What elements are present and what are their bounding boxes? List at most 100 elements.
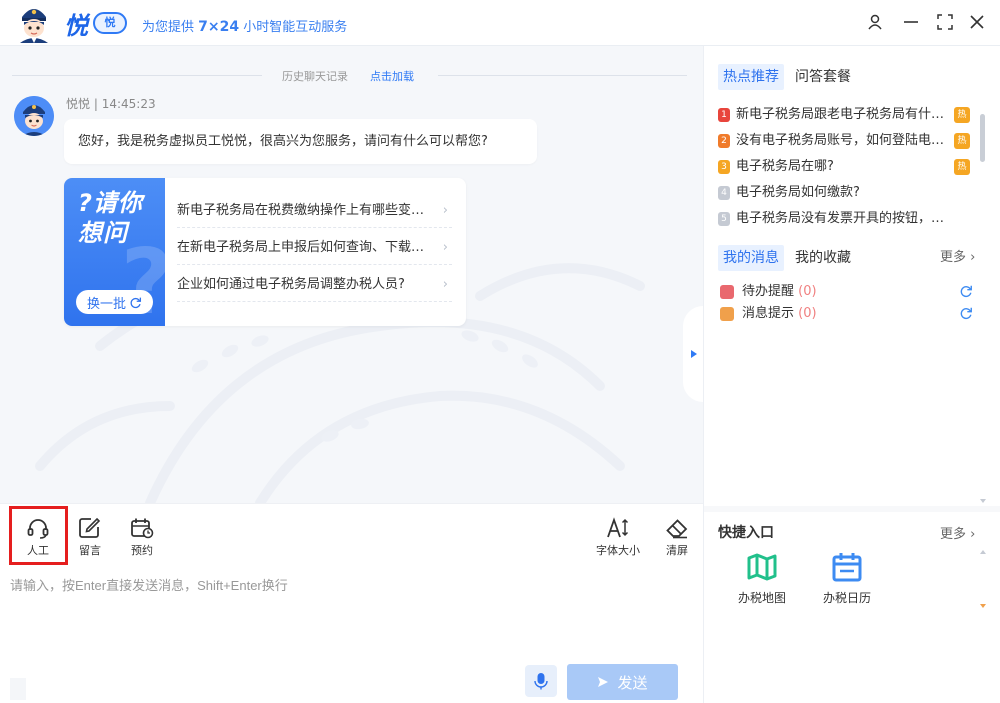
hot-rank: 1: [718, 108, 730, 122]
todo-reminder-count: (0): [798, 284, 817, 299]
edit-icon: [79, 517, 101, 538]
tab-hot-recommend[interactable]: 热点推荐: [718, 64, 784, 90]
slogan-prefix: 为您提供: [142, 20, 199, 35]
history-text: 历史聊天记录: [282, 70, 348, 83]
message-notice-label: 消息提示 (0): [742, 304, 817, 324]
ask-card: ? ?请你想问 换一批 新电子税务局在税费缴纳操作上有哪些变化? › 在新电子税务…: [64, 178, 466, 326]
swap-batch-button[interactable]: 换一批: [76, 290, 153, 314]
todo-reminder-row[interactable]: 待办提醒 (0): [718, 282, 980, 302]
brand-badge: 悦: [93, 12, 127, 34]
slogan-highlight: 7×24: [198, 19, 240, 35]
chevron-right-icon: ›: [442, 240, 448, 255]
clock-icon: [720, 285, 734, 299]
quick-more-label: 更多: [940, 527, 967, 542]
tab-qa-package[interactable]: 问答套餐: [790, 64, 856, 90]
hot-badge: 热: [954, 133, 970, 149]
hot-item-text: 电子税务局在哪?: [736, 159, 834, 174]
messages-more-link[interactable]: 更多 ›: [940, 246, 975, 265]
font-size-label: 字体大小: [596, 544, 640, 557]
clear-screen-button[interactable]: 清屏: [650, 511, 704, 561]
leave-message-label: 留言: [79, 544, 101, 557]
assistant-avatar-icon: [14, 96, 54, 136]
close-icon: [970, 15, 984, 29]
ask-item[interactable]: 在新电子税务局上申报后如何查询、下载申报表? ›: [177, 231, 452, 265]
right-panel: 热点推荐 问答套餐 1 新电子税务局跟老电子税务局有什么区别? 热 2 没有电子…: [704, 46, 1000, 703]
hot-item[interactable]: 1 新电子税务局跟老电子税务局有什么区别? 热: [718, 102, 974, 128]
map-icon: [747, 553, 777, 581]
swap-batch-label: 换一批: [86, 296, 126, 312]
triangle-right-icon: [691, 350, 697, 358]
font-size-button[interactable]: 字体大小: [591, 511, 645, 561]
load-history-link[interactable]: 点击加载: [370, 68, 414, 84]
appointment-button[interactable]: 预约: [115, 511, 169, 561]
message-notice-row[interactable]: 消息提示 (0): [718, 304, 980, 324]
close-button[interactable]: [965, 10, 989, 34]
hot-badge: 热: [954, 107, 970, 123]
ask-item[interactable]: 企业如何通过电子税务局调整办税人员? ›: [177, 268, 452, 302]
sender-name: 悦悦: [66, 97, 91, 111]
send-button[interactable]: 发送: [567, 664, 678, 700]
clear-screen-label: 清屏: [666, 544, 688, 557]
hot-item[interactable]: 5 电子税务局没有发票开具的按钮，是什么原因?: [718, 206, 974, 232]
message-notice-text: 消息提示: [742, 306, 795, 321]
tab-my-favorites[interactable]: 我的收藏: [790, 245, 856, 271]
history-bar: 历史聊天记录 点击加载: [12, 68, 687, 84]
hot-item-text: 电子税务局没有发票开具的按钮，是什么原因?: [736, 211, 946, 226]
hot-rank: 3: [718, 160, 730, 174]
tax-map-entry[interactable]: 办税地图: [722, 551, 802, 611]
maximize-icon: [937, 14, 953, 30]
chevron-right-icon: ›: [442, 277, 448, 292]
ask-item-text: 新电子税务局在税费缴纳操作上有哪些变化?: [177, 203, 427, 218]
send-label: 发送: [617, 674, 648, 692]
chevron-right-icon: ›: [442, 203, 448, 218]
ask-item-text: 在新电子税务局上申报后如何查询、下载申报表?: [177, 240, 427, 255]
leave-message-button[interactable]: 留言: [63, 511, 117, 561]
user-icon: [868, 14, 882, 30]
refresh-icon[interactable]: [959, 306, 973, 320]
history-divider-right: [438, 75, 687, 76]
maximize-button[interactable]: [933, 10, 957, 34]
collapse-panel-button[interactable]: [683, 306, 703, 402]
refresh-icon: [130, 297, 142, 308]
user-button[interactable]: [863, 10, 887, 34]
meta-separator: |: [90, 97, 102, 111]
message-time: 14:45:23: [101, 97, 156, 111]
quick-more-link[interactable]: 更多 ›: [940, 523, 975, 542]
bot-avatar: [14, 96, 54, 136]
manual-service-button[interactable]: 人工: [11, 511, 65, 561]
brand-logo: 悦: [64, 12, 88, 40]
voice-input-button[interactable]: [525, 665, 557, 697]
todo-reminder-text: 待办提醒: [742, 284, 795, 299]
scroll-up-icon[interactable]: [980, 550, 986, 554]
hot-item-text: 没有电子税务局账号，如何登陆电子税务局?: [736, 133, 946, 148]
todo-reminder-label: 待办提醒 (0): [742, 282, 817, 302]
slogan-suffix: 小时智能互动服务: [239, 20, 348, 35]
hot-item[interactable]: 4 电子税务局如何缴款?: [718, 180, 974, 206]
ask-card-side: ? ?请你想问 换一批: [64, 178, 165, 326]
hot-rank: 5: [718, 212, 730, 226]
message-meta: 悦悦 | 14:45:23: [66, 95, 156, 112]
hot-list-scrollbar[interactable]: [980, 114, 985, 162]
minimize-button[interactable]: [899, 10, 923, 34]
greeting-bubble: 您好，我是税务虚拟员工悦悦，很高兴为您服务，请问有什么可以帮您?: [64, 119, 537, 164]
input-area: 发送: [0, 565, 703, 703]
tax-calendar-entry[interactable]: 办税日历: [807, 551, 887, 611]
appointment-label: 预约: [131, 544, 153, 557]
scroll-down-icon[interactable]: [980, 499, 986, 503]
chat-area[interactable]: 历史聊天记录 点击加载 悦悦 | 14:45:23 您好，我是税务虚拟员工悦悦，…: [0, 46, 703, 503]
hot-item[interactable]: 3 电子税务局在哪? 热: [718, 154, 974, 180]
chevron-right-icon: ›: [970, 527, 976, 542]
calendar-icon: [832, 553, 862, 582]
scroll-down-icon[interactable]: [980, 604, 986, 608]
tab-my-messages[interactable]: 我的消息: [718, 245, 784, 271]
manual-service-label: 人工: [27, 544, 49, 557]
chat-toolbar: 人工 留言 预约 字体大小 清屏: [0, 503, 703, 565]
hot-list: 1 新电子税务局跟老电子税务局有什么区别? 热 2 没有电子税务局账号，如何登陆…: [718, 102, 974, 232]
ask-item[interactable]: 新电子税务局在税费缴纳操作上有哪些变化? ›: [177, 194, 452, 228]
refresh-icon[interactable]: [959, 284, 973, 298]
section-divider: [704, 506, 1000, 512]
message-input[interactable]: [10, 575, 690, 655]
ask-item-text: 企业如何通过电子税务局调整办税人员?: [177, 277, 405, 292]
hot-item[interactable]: 2 没有电子税务局账号，如何登陆电子税务局? 热: [718, 128, 974, 154]
chevron-right-icon: ›: [970, 250, 976, 265]
